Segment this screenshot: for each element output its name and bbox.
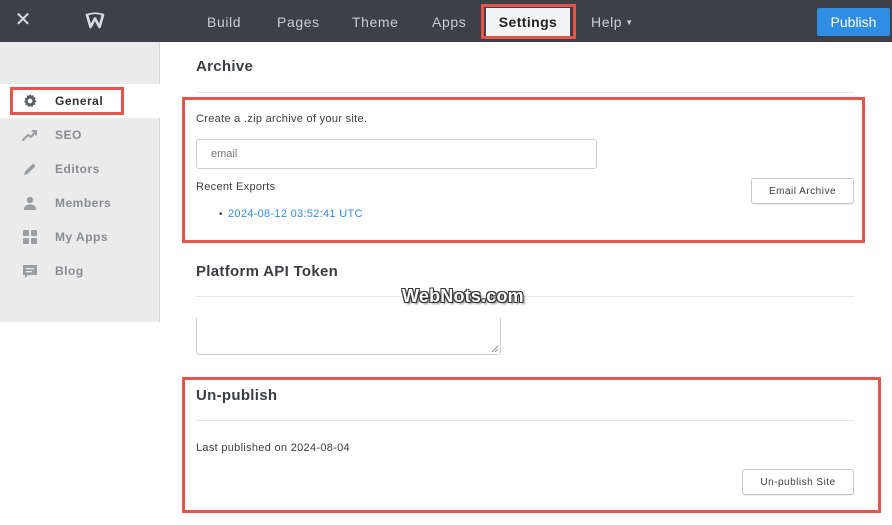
sidebar-item-label: Blog	[55, 264, 84, 278]
last-published-text: Last published on 2024-08-04	[196, 442, 350, 454]
sidebar-item-editors[interactable]: Editors	[0, 152, 160, 186]
nav-pages[interactable]: Pages	[277, 0, 320, 42]
sidebar-item-label: SEO	[55, 128, 82, 142]
api-token-textarea[interactable]	[196, 318, 501, 355]
nav-apps[interactable]: Apps	[432, 0, 466, 42]
sidebar-item-seo[interactable]: SEO	[0, 118, 160, 152]
divider	[196, 92, 854, 93]
weebly-logo-icon[interactable]	[84, 10, 106, 32]
sidebar-blank	[0, 322, 160, 525]
gear-icon	[24, 94, 37, 108]
export-link[interactable]: 2024-08-12 03:52:41 UTC	[228, 208, 363, 220]
grid-icon	[23, 230, 37, 244]
comment-icon	[23, 265, 37, 278]
divider	[196, 296, 854, 297]
bullet: •	[219, 209, 223, 220]
sidebar-item-label: Editors	[55, 162, 100, 176]
nav-settings[interactable]: Settings	[486, 8, 570, 36]
sidebar-item-label: My Apps	[55, 230, 109, 244]
close-icon[interactable]: ✕	[12, 9, 34, 31]
top-bar: ✕ Build Pages Theme Apps Settings Help ▼ …	[0, 0, 892, 42]
resize-handle-icon[interactable]	[491, 345, 499, 353]
divider	[196, 420, 854, 421]
sidebar-item-label: Members	[55, 196, 112, 210]
unpublish-site-button[interactable]: Un-publish Site	[742, 469, 854, 495]
nav-help-label: Help	[591, 14, 623, 30]
sidebar-item-label: General	[55, 94, 104, 108]
nav-help[interactable]: Help ▼	[591, 0, 634, 42]
sidebar-item-general[interactable]: General	[0, 84, 160, 118]
unpublish-title: Un-publish	[196, 387, 278, 404]
caret-down-icon: ▼	[625, 18, 634, 28]
watermark-logo: WebNots.com	[402, 286, 524, 306]
nav-theme[interactable]: Theme	[352, 0, 399, 42]
archive-description: Create a .zip archive of your site.	[196, 113, 368, 125]
email-archive-button[interactable]: Email Archive	[751, 178, 854, 204]
api-token-title: Platform API Token	[196, 263, 339, 280]
publish-button[interactable]: Publish	[817, 8, 890, 36]
person-icon	[24, 196, 36, 210]
archive-title: Archive	[196, 58, 254, 75]
sidebar-item-blog[interactable]: Blog	[0, 254, 160, 288]
nav-build[interactable]: Build	[207, 0, 241, 42]
pencil-icon	[24, 163, 36, 175]
trend-icon	[22, 130, 37, 141]
sidebar-item-my-apps[interactable]: My Apps	[0, 220, 160, 254]
recent-exports-label: Recent Exports	[196, 181, 276, 193]
email-input[interactable]	[196, 139, 597, 169]
sidebar-item-members[interactable]: Members	[0, 186, 160, 220]
